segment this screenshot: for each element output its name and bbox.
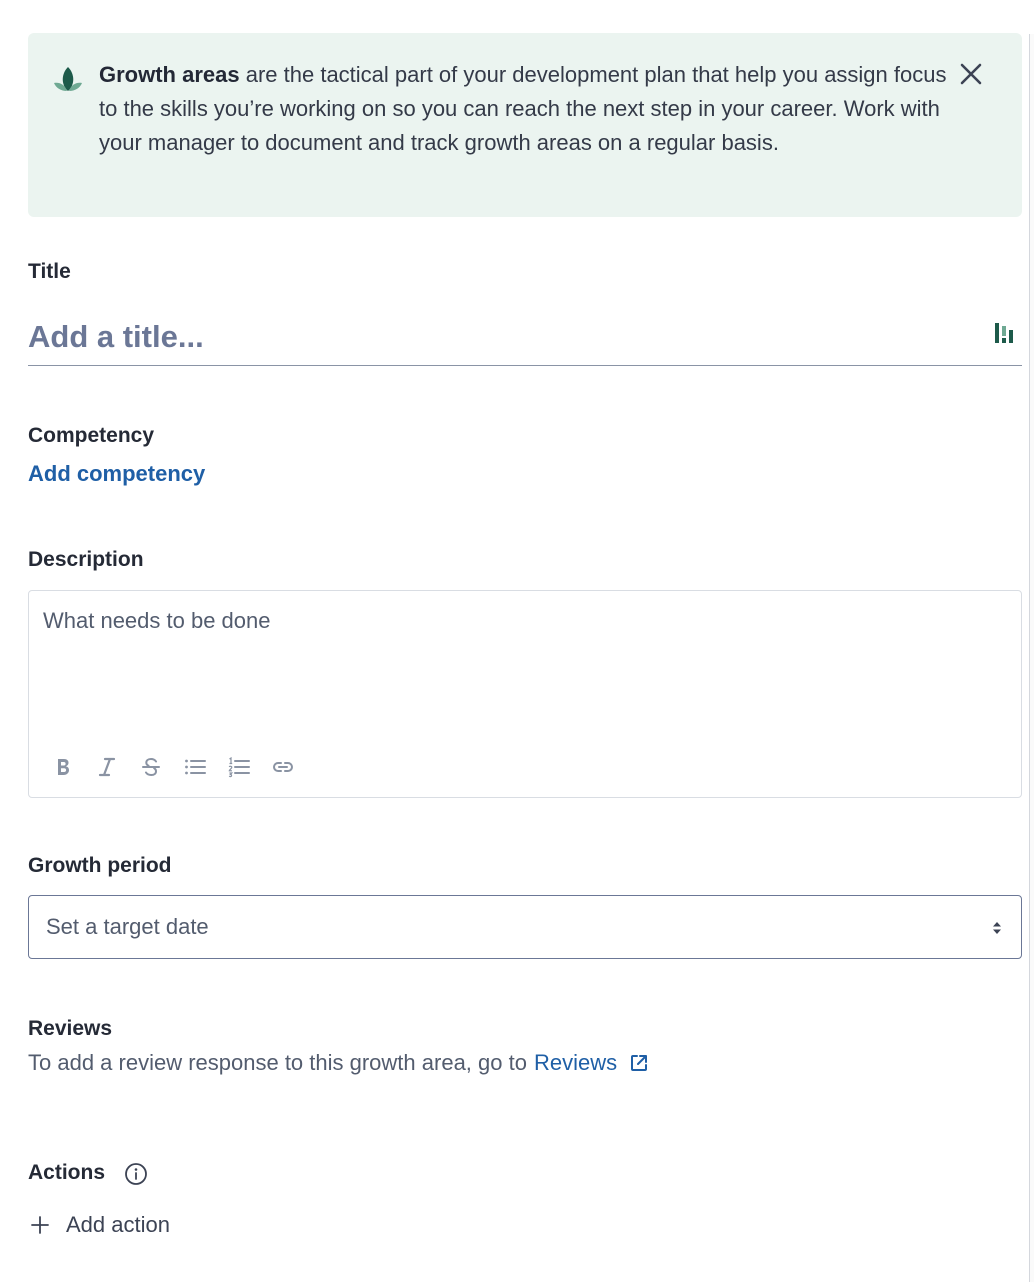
numbered-list-button[interactable] — [227, 753, 271, 781]
info-icon[interactable] — [124, 1162, 148, 1186]
numbered-list-icon — [228, 756, 250, 778]
scrollbar[interactable] — [1029, 34, 1034, 1282]
close-icon[interactable] — [958, 61, 984, 87]
strikethrough-icon — [142, 757, 160, 777]
bulleted-list-icon — [185, 759, 206, 775]
info-banner: Growth areas are the tactical part of yo… — [28, 33, 1022, 217]
link-icon — [272, 762, 294, 772]
italic-button[interactable] — [95, 753, 139, 781]
add-action-label: Add action — [66, 1212, 170, 1237]
add-competency-link[interactable]: Add competency — [28, 461, 205, 487]
reviews-label: Reviews — [28, 1017, 113, 1040]
growth-period-label: Growth period — [28, 854, 172, 877]
reviews-description: To add a review response to this growth … — [28, 1050, 649, 1076]
competency-label: Competency — [28, 424, 155, 447]
title-input[interactable] — [28, 308, 1022, 366]
reviews-text: To add a review response to this growth … — [28, 1050, 527, 1075]
italic-icon — [98, 757, 116, 777]
bulleted-list-button[interactable] — [183, 753, 227, 781]
bold-icon — [58, 759, 69, 775]
link-button[interactable] — [271, 753, 315, 781]
reviews-link[interactable]: Reviews — [534, 1050, 617, 1076]
title-label: Title — [28, 260, 71, 283]
banner-text: Growth areas are the tactical part of yo… — [99, 58, 949, 160]
formatting-icon[interactable] — [994, 322, 1014, 344]
external-link-icon[interactable] — [629, 1053, 649, 1073]
growth-leaf-icon — [54, 67, 82, 91]
description-label: Description — [28, 548, 144, 571]
formatting-toolbar — [51, 753, 315, 781]
bold-button[interactable] — [51, 753, 95, 781]
description-editor[interactable]: What needs to be done — [28, 590, 1022, 798]
target-date-value: Set a target date — [46, 914, 209, 939]
add-action-button[interactable]: Add action — [28, 1212, 170, 1238]
target-date-select[interactable]: Set a target date — [28, 895, 1022, 959]
description-placeholder: What needs to be done — [43, 608, 271, 633]
strikethrough-button[interactable] — [139, 753, 183, 781]
banner-bold-text: Growth areas — [99, 62, 240, 87]
sort-caret-icon — [993, 922, 1001, 934]
actions-label: Actions — [28, 1161, 106, 1184]
plus-icon — [31, 1216, 49, 1234]
